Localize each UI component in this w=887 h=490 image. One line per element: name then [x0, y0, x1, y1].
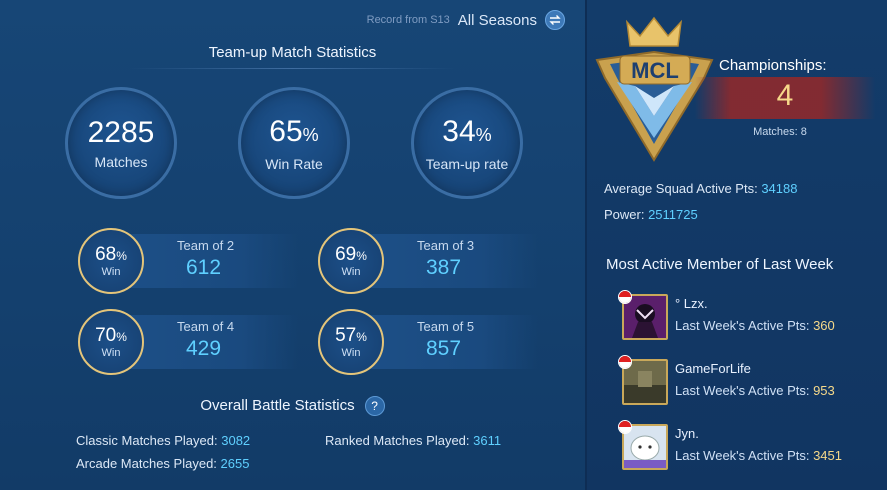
- avg-active-label: Average Squad Active Pts:: [604, 181, 762, 196]
- flag-icon: [618, 420, 632, 434]
- flag-icon: [618, 290, 632, 304]
- team-of-5-label: Team of 5: [417, 319, 475, 334]
- pct-unit: %: [116, 329, 127, 344]
- member-name: GameForLife: [675, 361, 751, 376]
- member-active-pts: Last Week's Active Pts: 3451: [675, 448, 842, 463]
- matches-value: 2285: [87, 116, 155, 149]
- win-label: Win: [101, 265, 121, 278]
- team-of-3-win-ring: 69% Win: [318, 228, 384, 294]
- ranked-matches-label: Ranked Matches Played:: [325, 433, 474, 448]
- matches-stat: 2285 Matches: [65, 87, 177, 199]
- team-of-5-count: 857: [426, 337, 462, 360]
- win-label: Win: [341, 346, 361, 359]
- season-selector[interactable]: Record from S13 All Seasons: [367, 10, 565, 30]
- team-of-4-count: 429: [186, 337, 222, 360]
- win-label: Win: [101, 346, 121, 359]
- overall-title-row: Overall Battle Statistics?: [0, 396, 585, 416]
- member-row[interactable]: ° Lzx. Last Week's Active Pts: 360: [618, 290, 872, 348]
- team-of-3-count: 387: [426, 256, 462, 279]
- team-of-2-label: Team of 2: [177, 238, 235, 253]
- team-of-4-card: 70% Win Team of 4 429: [78, 309, 298, 375]
- arcade-matches-value: 2655: [220, 456, 250, 471]
- classic-matches-stat: Classic Matches Played: 3082: [76, 433, 250, 448]
- power-value: 2511725: [648, 207, 698, 222]
- pct-unit: %: [356, 248, 367, 263]
- question-mark-icon[interactable]: ?: [364, 396, 385, 416]
- team-of-2-win-pct: 68: [95, 243, 117, 265]
- ranked-matches-stat: Ranked Matches Played: 3611: [325, 433, 501, 448]
- record-from-label: Record from S13: [366, 14, 450, 26]
- active-pts-label: Last Week's Active Pts:: [675, 318, 814, 333]
- win-rate-stat: 65% Win Rate: [238, 87, 350, 199]
- team-of-2-count: 612: [186, 256, 222, 279]
- team-of-4-label: Team of 4: [177, 319, 235, 334]
- most-active-title: Most Active Member of Last Week: [606, 256, 834, 273]
- team-up-rate-value: 34: [442, 114, 476, 148]
- win-rate-unit: %: [302, 124, 319, 145]
- team-stats-panel: Record from S13 All Seasons Team-up Matc…: [0, 0, 585, 490]
- team-of-5-win-pct: 57: [335, 324, 357, 346]
- classic-matches-value: 3082: [221, 433, 251, 448]
- matches-label: Matches: [94, 154, 148, 170]
- pct-unit: %: [356, 329, 367, 344]
- team-of-3-label: Team of 3: [417, 238, 475, 253]
- team-of-2-card: 68% Win Team of 2 612: [78, 228, 298, 294]
- avg-active-value: 34188: [761, 181, 798, 196]
- squad-panel: MCL Championships: 4 Matches: 8 Average …: [585, 0, 887, 490]
- active-pts-value: 953: [813, 383, 835, 398]
- flag-icon: [618, 355, 632, 369]
- championships-label: Championships:: [719, 57, 827, 74]
- season-label[interactable]: All Seasons: [458, 12, 537, 29]
- squad-power: Power: 2511725: [604, 207, 698, 222]
- swap-arrows-icon[interactable]: [545, 10, 565, 30]
- member-active-pts: Last Week's Active Pts: 360: [675, 318, 835, 333]
- team-of-5-card: 57% Win Team of 5 857: [318, 309, 538, 375]
- team-of-2-win-ring: 68% Win: [78, 228, 144, 294]
- overall-title: Overall Battle Statistics: [200, 396, 355, 414]
- arcade-matches-label: Arcade Matches Played:: [76, 456, 221, 471]
- win-rate-value: 65: [269, 114, 303, 148]
- classic-matches-label: Classic Matches Played:: [76, 433, 222, 448]
- active-pts-value: 3451: [813, 448, 842, 463]
- active-pts-label: Last Week's Active Pts:: [675, 383, 814, 398]
- member-name: ° Lzx.: [675, 296, 708, 311]
- team-of-4-win-pct: 70: [95, 324, 117, 346]
- avg-squad-active-pts: Average Squad Active Pts: 34188: [604, 181, 797, 196]
- member-name: Jyn.: [675, 426, 699, 441]
- team-of-3-card: 69% Win Team of 3 387: [318, 228, 538, 294]
- team-of-3-win-pct: 69: [335, 243, 357, 265]
- team-up-rate-label: Team-up rate: [425, 155, 509, 172]
- championship-matches: Matches: 8: [753, 126, 807, 138]
- team-of-4-win-ring: 70% Win: [78, 309, 144, 375]
- win-label: Win: [341, 265, 361, 278]
- active-pts-value: 360: [813, 318, 835, 333]
- pct-unit: %: [116, 248, 127, 263]
- championships-value: 4: [776, 79, 794, 112]
- team-up-rate-stat: 34% Team-up rate: [411, 87, 523, 199]
- team-of-5-win-ring: 57% Win: [318, 309, 384, 375]
- arcade-matches-stat: Arcade Matches Played: 2655: [76, 456, 249, 471]
- divider: [130, 68, 455, 69]
- member-row[interactable]: GameForLife Last Week's Active Pts: 953: [618, 355, 872, 413]
- team-up-rate-unit: %: [475, 124, 492, 145]
- power-label: Power:: [604, 207, 649, 222]
- member-active-pts: Last Week's Active Pts: 953: [675, 383, 835, 398]
- member-row[interactable]: Jyn. Last Week's Active Pts: 3451: [618, 420, 872, 478]
- ranked-matches-value: 3611: [473, 433, 502, 448]
- win-rate-label: Win Rate: [265, 155, 323, 172]
- active-pts-label: Last Week's Active Pts:: [675, 448, 814, 463]
- team-up-title: Team-up Match Statistics: [208, 44, 377, 61]
- emblem-text: MCL: [631, 58, 679, 83]
